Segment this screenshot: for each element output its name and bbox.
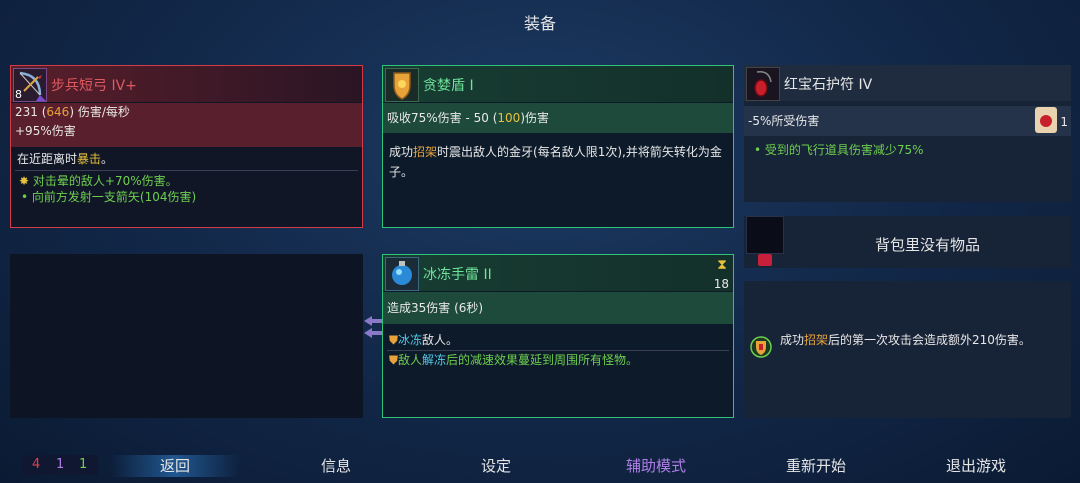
grenade-line-1: ⛊冰冻敌人。	[389, 333, 459, 347]
weapon-bonus: +95%伤害	[15, 124, 76, 138]
cooldown-value: 18	[713, 277, 729, 291]
shield-icon	[385, 68, 419, 102]
grenade-panel[interactable]: 冰冻手雷 II ⧗ 18 造成35伤害 (6秒) ⛊冰冻敌人。 ⛊敌人解冻后的减…	[382, 254, 734, 418]
weapon-mod-2: • 向前方发射一支箭矢(104伤害)	[21, 190, 197, 204]
settings-button[interactable]: 设定	[460, 455, 532, 476]
brutality-stat: 4	[32, 457, 41, 472]
empty-slot-panel[interactable]	[10, 254, 363, 418]
bullet-icon: •	[21, 190, 29, 204]
shield-stat: 吸收75%伤害 - 50 (100)伤害	[383, 103, 733, 133]
restart-button[interactable]: 重新开始	[766, 455, 866, 476]
item-icon	[758, 254, 772, 266]
shield-small-icon: ⛊	[389, 353, 399, 367]
info-button[interactable]: 信息	[300, 455, 372, 476]
shield-desc: 成功招架时震出敌人的金牙(每名敌人限1次),并将箭矢转化为金子。	[389, 145, 722, 179]
shield-small-icon: ⛊	[389, 333, 399, 347]
item-level: 8	[15, 88, 22, 101]
stats-panel: 4 1 1	[22, 455, 98, 475]
amulet-panel[interactable]: 红宝石护符 IV -5%所受伤害 1 • 受到的飞行道具伤害减少75%	[744, 65, 1071, 202]
amulet-stat: -5%所受伤害	[744, 106, 1071, 136]
weapon-mod-1: ✸ 对击晕的敌人+70%伤害。	[19, 174, 178, 188]
weapon-dps: 231 (646) 伤害/每秒	[15, 105, 130, 119]
amulet-icon	[746, 67, 780, 101]
backpack-panel[interactable]: 背包里没有物品	[744, 216, 1071, 268]
grenade-icon	[385, 257, 419, 291]
amulet-name: 红宝石护符 IV	[784, 77, 873, 93]
backpack-slot	[746, 216, 784, 254]
mutation-desc: 成功招架后的第一次攻击会造成额外210伤害。	[780, 333, 1031, 347]
weapon-desc: 在近距离时暴击。	[17, 152, 114, 166]
back-button[interactable]: 返回	[110, 455, 240, 476]
backpack-empty-text: 背包里没有物品	[874, 236, 980, 254]
assist-mode-button[interactable]: 辅助模式	[608, 455, 704, 476]
hourglass-icon: ⧗	[717, 257, 727, 273]
mutation-panel[interactable]: 成功招架后的第一次攻击会造成额外210伤害。	[744, 281, 1071, 418]
screen-title: 装备	[523, 14, 556, 33]
shield-panel[interactable]: 贪婪盾 I 吸收75%伤害 - 50 (100)伤害 成功招架时震出敌人的金牙(…	[382, 65, 734, 228]
grenade-name: 冰冻手雷 II	[423, 267, 492, 283]
grenade-stat: 造成35伤害 (6秒)	[383, 292, 733, 324]
link-arrow-icon	[364, 316, 382, 338]
amulet-mod: • 受到的飞行道具伤害减少75%	[754, 143, 924, 157]
mutation-icon	[750, 335, 772, 359]
survival-stat: 1	[79, 457, 88, 472]
quit-button[interactable]: 退出游戏	[926, 455, 1026, 476]
weapon-panel[interactable]: 8 步兵短弓 IV+ 231 (646) 伤害/每秒 +95%伤害 在近距离时暴…	[10, 65, 363, 228]
bottom-bar: 4 1 1 返回 信息 设定 辅助模式 重新开始 退出游戏	[0, 443, 1080, 483]
grenade-line-2: ⛊敌人解冻后的减速效果蔓延到周围所有怪物。	[389, 353, 639, 367]
bullet-icon: •	[754, 143, 762, 157]
tactics-stat: 1	[56, 457, 65, 472]
weapon-name: 步兵短弓 IV+	[51, 78, 137, 94]
shield-name: 贪婪盾 I	[423, 78, 474, 94]
scroll-icon	[1035, 107, 1057, 133]
stun-icon: ✸	[19, 174, 30, 188]
scroll-count: 1	[1060, 115, 1068, 129]
